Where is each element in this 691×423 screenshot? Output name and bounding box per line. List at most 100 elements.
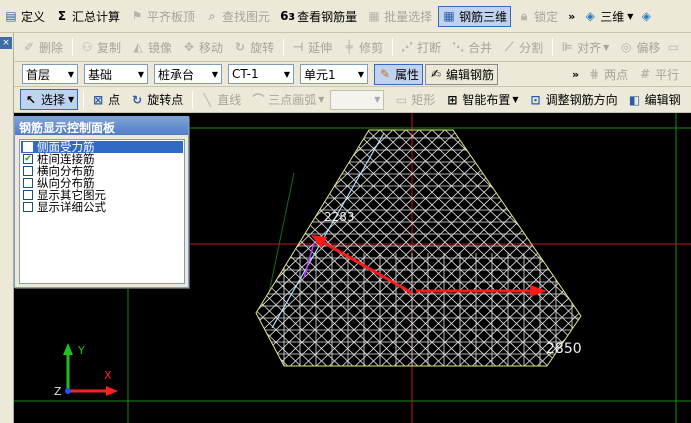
rotate-point-button[interactable]: ↻ 旋转点 — [126, 89, 187, 110]
edit-toolbar: ✐ 删除 ⚇ 复制 ◭ 镜像 ✥ 移动 ↻ 旋转 ⊣ 延伸 ╪ 修剪 ⋰ 打断 ⋱ 合并 ⟋ 分割 … — [0, 33, 691, 62]
rotate-button[interactable]: ↻ 旋转 — [229, 37, 278, 58]
dimension-bottom-label: 2850 — [546, 341, 582, 357]
offset-button[interactable]: ◎ 偏移 — [615, 37, 664, 58]
chevron-down-icon: ▼ — [137, 69, 144, 79]
panel-checklist: 侧面受力筋 ✔ 桩间连接筋 横向分布筋 纵向分布筋 显示其它图元 显示详细公式 — [19, 139, 185, 284]
extend-button[interactable]: ⊣ 延伸 — [287, 37, 336, 58]
rebar-diagonal-bar — [464, 130, 581, 366]
toolbar-overflow-icon[interactable]: » — [568, 10, 575, 23]
x-axis-arrow-icon — [106, 386, 118, 396]
parallel-icon: # — [640, 67, 651, 81]
rebar-diagonal-bar — [621, 123, 691, 373]
rebar-diagonal-bar — [450, 130, 581, 366]
rebar-diagonal-bar — [568, 130, 581, 366]
rebar-diagonal-bar — [502, 130, 581, 366]
pointer-icon: ↖ — [25, 92, 37, 107]
merge-button[interactable]: ⋱ 合并 — [447, 37, 496, 58]
trim-button[interactable]: ╪ 修剪 — [338, 37, 387, 58]
selector-toolbar: 首层 ▼ 基础 ▼ 桩承台 ▼ CT-1 ▼ 单元1 ▼ ✎ 属性 ✍ 编辑钢筋 » ⋕ 两点 … — [0, 62, 691, 87]
draw-mode-select[interactable]: ▼ — [330, 89, 385, 110]
line-icon: ╲ — [203, 92, 211, 107]
dimension-left-label: 2283 — [324, 210, 355, 224]
edit-rebar-button[interactable]: ✍ 编辑钢筋 — [425, 63, 499, 85]
offset-icon: ◎ — [621, 40, 632, 54]
rebar-diagonal-bar — [451, 130, 581, 366]
rebar-diagonal-bar — [542, 130, 581, 366]
rebar-diagonal-bar — [477, 130, 581, 366]
copy-icon: ⚇ — [81, 40, 93, 54]
chevron-down-icon: ▼ — [374, 95, 381, 104]
rebar-diagonal-bar — [582, 123, 691, 373]
properties-icon: ✎ — [379, 67, 391, 81]
move-button[interactable]: ✥ 移动 — [178, 37, 227, 58]
lock-icon: 🔒︎ — [520, 9, 528, 23]
checkbox-icon[interactable] — [23, 190, 33, 200]
batch-select-button[interactable]: ▦ 批量选择 — [363, 6, 436, 27]
checkbox-icon[interactable] — [23, 202, 33, 212]
break-button[interactable]: ⋰ 打断 — [396, 37, 445, 58]
point-button[interactable]: ⊠ 点 — [87, 89, 124, 110]
checkbox-icon[interactable] — [23, 142, 33, 152]
y-axis-arrow-icon — [63, 343, 73, 355]
delete-button[interactable]: ✐ 删除 — [18, 37, 67, 58]
view-rebar-qty-button[interactable]: 6ɜ 查看钢筋量 — [276, 6, 361, 27]
sum-calc-button[interactable]: Σ 汇总计算 — [51, 6, 124, 27]
view-3d-dropdown[interactable]: ◈ 三维 ▼ — [579, 6, 637, 27]
rebar-diagonal-bar — [490, 130, 581, 366]
category-select[interactable]: 基础 ▼ — [84, 64, 148, 84]
mirror-button[interactable]: ◭ 镜像 — [127, 37, 176, 58]
checkbox-icon[interactable] — [23, 178, 33, 188]
flush-icon: ⚑ — [131, 9, 143, 23]
define-button[interactable]: ▤ 定义 — [0, 6, 49, 27]
cube-icon: ◈ — [585, 9, 595, 23]
more-edit-icon[interactable]: ▭ — [666, 40, 680, 54]
rebar-3d-button[interactable]: ▦ 钢筋三维 — [438, 5, 512, 27]
arrow-head-right-icon — [530, 285, 547, 297]
unit-select[interactable]: 单元1 ▼ — [300, 64, 368, 84]
rebar-3d-icon: ▦ — [443, 9, 455, 23]
toolbar-overflow-icon[interactable]: » — [572, 68, 579, 81]
rebar-diagonal-bar — [489, 130, 581, 366]
align-button[interactable]: ⊫ 对齐 ▼ — [556, 37, 613, 58]
main-toolbar: ▤ 定义 Σ 汇总计算 ⚑ 平齐板顶 ⌕ 查找图元 6ɜ 查看钢筋量 ▦ 批量选择 ▦ 钢筋三… — [0, 0, 691, 33]
lock-button[interactable]: 🔒︎ 锁定 — [513, 6, 562, 27]
rebar-diagonal-bar — [567, 130, 581, 366]
checkbox-checked-icon[interactable]: ✔ — [23, 154, 33, 164]
line-button[interactable]: ╲ 直线 — [196, 89, 245, 110]
chevron-down-icon: ▼ — [211, 69, 218, 79]
mirror-icon: ◭ — [133, 40, 143, 54]
panel-checkbox-item[interactable]: 显示详细公式 — [21, 201, 183, 213]
find-element-button[interactable]: ⌕ 查找图元 — [201, 6, 274, 27]
close-icon[interactable]: × — [0, 37, 12, 49]
rebar-diagonal-bar — [634, 123, 691, 373]
flush-slab-top-button[interactable]: ⚑ 平齐板顶 — [126, 6, 199, 27]
search-icon: ⌕ — [208, 9, 216, 23]
select-button[interactable]: ↖ 选择 ▼ — [20, 89, 79, 110]
rectangle-button[interactable]: ▭ 矩形 — [390, 89, 439, 110]
checkbox-icon[interactable] — [23, 166, 33, 176]
adjust-rebar-dir-button[interactable]: ⊡ 调整钢筋方向 — [525, 89, 622, 110]
rebar-diagonal-bar — [580, 130, 581, 366]
rebar-diagonal-bar — [633, 123, 691, 373]
parallel-button[interactable]: # 平行 — [634, 64, 683, 85]
split-button[interactable]: ⟋ 分割 — [498, 37, 547, 58]
side-rebar-highlight — [271, 132, 385, 329]
ucs-axis-indicator: Y X Z — [54, 343, 118, 398]
rebar-diagonal-bar — [608, 123, 691, 373]
two-points-button[interactable]: ⋕ 两点 — [583, 64, 632, 85]
three-point-arc-button[interactable]: ⌒ 三点画弧 ▼ — [247, 89, 328, 110]
move-icon: ✥ — [184, 40, 195, 54]
extend-icon: ⊣ — [292, 40, 304, 54]
edit-rebar-cut-button[interactable]: ◧ 编辑钢 — [624, 89, 685, 110]
rebar-diagonal-bar — [595, 123, 691, 373]
align-icon: ⊫ — [561, 40, 573, 54]
element-name-select[interactable]: CT-1 ▼ — [228, 64, 294, 84]
element-type-select[interactable]: 桩承台 ▼ — [154, 64, 222, 84]
floor-select[interactable]: 首层 ▼ — [22, 64, 78, 84]
smart-layout-button[interactable]: ⊞ 智能布置 ▼ — [441, 89, 522, 110]
copy-button[interactable]: ⚇ 复制 — [76, 37, 125, 58]
properties-button[interactable]: ✎ 属性 — [374, 63, 424, 85]
rotate-icon: ↻ — [235, 40, 246, 54]
view-mode-icon[interactable]: ◈ — [639, 9, 653, 23]
rebar-diagonal-bar — [607, 123, 691, 373]
